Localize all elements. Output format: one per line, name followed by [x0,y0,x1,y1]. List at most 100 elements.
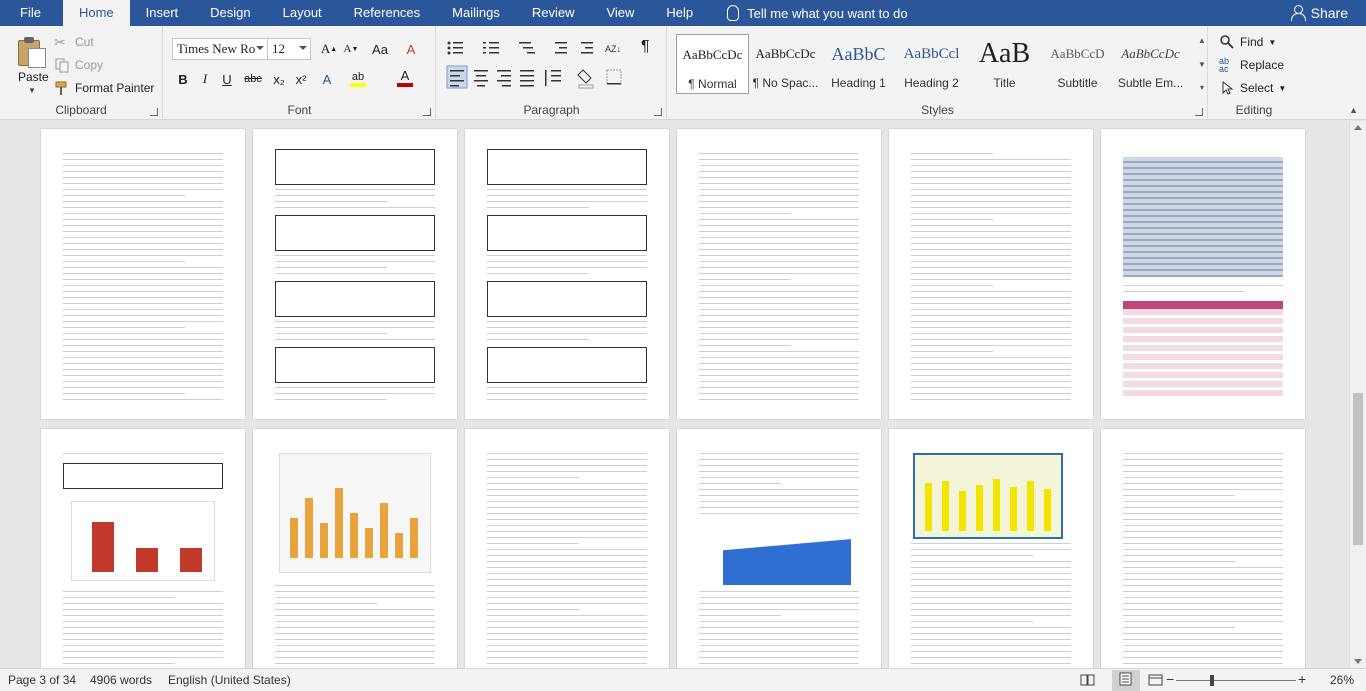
increase-indent-icon[interactable] [581,42,593,54]
text-line [699,651,859,652]
tell-me-search[interactable]: Tell me what you want to do [709,0,908,26]
select-button[interactable]: Select ▼ [1219,80,1286,96]
tab-help[interactable]: Help [650,0,709,26]
change-case-button[interactable]: Aa [366,38,394,60]
document-page[interactable] [677,429,881,668]
align-center-icon[interactable] [474,70,488,87]
tab-home[interactable]: Home [62,0,130,26]
editing-group: Find ▼ ab ac Replace Select ▼ Editing [1209,26,1299,120]
tab-design[interactable]: Design [194,0,266,26]
styles-scroll[interactable]: ▲ ▼ ▾ [1196,36,1208,92]
style-heading-1[interactable]: AaBbC Heading 1 [822,34,895,94]
strikethrough-button[interactable]: abc [240,68,266,90]
tab-layout[interactable]: Layout [267,0,338,26]
align-left-icon[interactable] [446,65,468,89]
bold-button[interactable]: B [172,68,194,90]
chevron-down-icon[interactable]: ▼ [1198,60,1206,69]
document-page[interactable] [41,429,245,668]
chart-bar [365,528,373,558]
text-line [911,315,1071,316]
document-page[interactable] [889,129,1093,419]
tab-insert[interactable]: Insert [130,0,195,26]
font-launcher-icon[interactable] [423,108,431,116]
decrease-indent-icon[interactable] [555,42,567,54]
print-layout-icon[interactable] [1112,670,1140,691]
tab-review[interactable]: Review [516,0,591,26]
align-right-icon[interactable] [497,70,511,87]
share-button[interactable]: Share [1290,0,1348,26]
sort-icon[interactable]: AZ↓ [605,44,621,54]
scroll-thumb[interactable] [1353,393,1363,545]
collapse-ribbon-icon[interactable]: ▲ [1349,105,1358,115]
document-page[interactable] [465,429,669,668]
style-no-spacing[interactable]: AaBbCcDc ¶ No Spac... [749,34,822,94]
more-styles-icon[interactable]: ▾ [1200,83,1204,92]
document-page[interactable] [41,129,245,419]
italic-button[interactable]: I [194,68,216,90]
borders-icon[interactable] [606,69,622,85]
numbering-icon[interactable] [483,42,499,54]
zoom-in-icon[interactable]: + [1298,671,1306,687]
format-painter-button[interactable]: Format Painter [54,80,154,96]
scroll-down-icon[interactable] [1354,659,1362,664]
document-page[interactable] [253,429,457,668]
document-canvas[interactable] [0,121,1366,668]
zoom-slider[interactable] [1176,675,1296,686]
tab-references[interactable]: References [338,0,436,26]
subscript-button[interactable]: x₂ [268,68,290,90]
underline-button[interactable]: U [216,68,238,90]
cut-button[interactable]: ✂ Cut [54,34,94,50]
clipboard-launcher-icon[interactable] [150,108,158,116]
document-page[interactable] [1101,129,1305,419]
language-indicator[interactable]: English (United States) [168,673,291,687]
page-count[interactable]: Page 3 of 34 [8,673,76,687]
document-page[interactable] [889,429,1093,668]
replace-button[interactable]: ab ac Replace [1219,57,1284,74]
highlight-button[interactable]: ab [344,68,372,90]
paste-button[interactable]: Paste ▼ [4,28,54,95]
grow-font-button[interactable]: A ▲ [318,38,340,60]
line-spacing-icon[interactable] [545,70,561,86]
copy-button[interactable]: Copy [54,57,103,73]
paragraph-launcher-icon[interactable] [654,108,662,116]
format-painter-label: Format Painter [75,81,155,95]
style-heading-2[interactable]: AaBbCcl Heading 2 [895,34,968,94]
style-subtitle[interactable]: AaBbCcD Subtitle [1041,34,1114,94]
font-color-button[interactable]: A [394,66,416,88]
document-page[interactable] [677,129,881,419]
text-effects-button[interactable]: A [316,68,338,90]
tab-mailings[interactable]: Mailings [436,0,516,26]
styles-launcher-icon[interactable] [1195,108,1203,116]
zoom-level[interactable]: 26% [1330,673,1354,687]
shrink-font-button[interactable]: A ▼ [340,38,362,60]
vertical-scrollbar[interactable] [1349,121,1366,668]
web-layout-icon[interactable] [1148,673,1164,690]
tab-view[interactable]: View [590,0,650,26]
tab-file[interactable]: File [0,0,63,26]
style-title[interactable]: AaB Title [968,34,1041,94]
text-line [63,621,223,622]
document-page[interactable] [253,129,457,419]
document-page[interactable] [1101,429,1305,668]
justify-icon[interactable] [520,70,534,87]
style-subtle-emphasis[interactable]: AaBbCcDc Subtle Em... [1114,34,1187,94]
find-button[interactable]: Find ▼ [1219,34,1276,50]
font-name-box[interactable]: Times New Ro [172,38,268,60]
style-normal[interactable]: AaBbCcDc ¶ Normal [676,34,749,94]
scroll-up-icon[interactable] [1354,125,1362,130]
multilevel-list-icon[interactable] [519,42,535,54]
text-line [911,603,1071,604]
read-mode-icon[interactable] [1080,673,1096,690]
clear-formatting-button[interactable]: A [400,38,422,60]
chevron-up-icon[interactable]: ▲ [1198,36,1206,45]
document-page[interactable] [465,129,669,419]
word-count[interactable]: 4906 words [90,673,152,687]
zoom-out-icon[interactable]: − [1166,671,1174,687]
bullets-icon[interactable] [447,41,464,55]
shading-icon[interactable] [577,69,594,89]
zoom-slider-knob[interactable] [1210,675,1214,686]
show-formatting-marks-button[interactable]: ¶ [641,38,650,56]
text-line [275,585,435,586]
superscript-button[interactable]: x² [290,68,312,90]
font-size-box[interactable]: 12 [267,38,311,60]
